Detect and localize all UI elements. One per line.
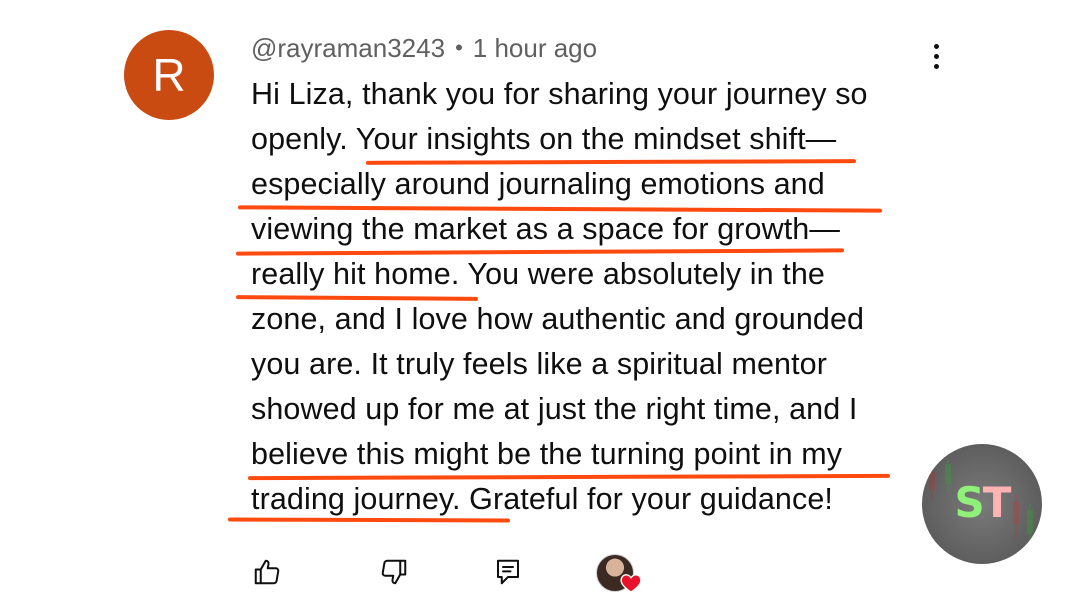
author-initial: R [152, 49, 186, 101]
comment-line: openly. Your insights on the mindset shi… [251, 122, 837, 156]
watermark-letter-s: S [954, 478, 985, 527]
comment-line: Hi Liza, thank you for sharing your jour… [251, 77, 868, 111]
watermark-letter-t: T [982, 478, 1012, 527]
comment-line: you are. It truly feels like a spiritual… [251, 347, 827, 381]
comment-line: especially around journaling emotions an… [251, 167, 825, 201]
author-handle[interactable]: @rayraman3243 [251, 33, 445, 64]
heart-icon [620, 574, 642, 593]
comment-line: zone, and I love how authentic and groun… [251, 302, 865, 336]
comment-line: showed up for me at just the right time,… [251, 392, 858, 426]
meta-separator: • [455, 35, 463, 60]
comment-line: viewing the market as a space for growth… [251, 212, 840, 246]
author-avatar[interactable]: R [124, 30, 214, 120]
like-button[interactable] [247, 552, 287, 592]
channel-watermark-logo: ST [922, 444, 1042, 564]
comment-timestamp[interactable]: 1 hour ago [473, 33, 597, 64]
comment-meta: @rayraman3243 • 1 hour ago [251, 31, 597, 65]
reply-comment-icon [497, 559, 519, 585]
comment-line: believe this might be the turning point … [251, 437, 843, 471]
thumbs-up-icon [254, 559, 280, 585]
thumbs-down-icon [381, 559, 407, 585]
comment-line: trading journey. Grateful for your guida… [251, 482, 833, 516]
comment-line: really hit home. You were absolutely in … [251, 257, 825, 291]
reply-button[interactable] [488, 552, 528, 592]
dislike-button[interactable] [374, 552, 414, 592]
more-options-icon[interactable] [918, 38, 954, 74]
